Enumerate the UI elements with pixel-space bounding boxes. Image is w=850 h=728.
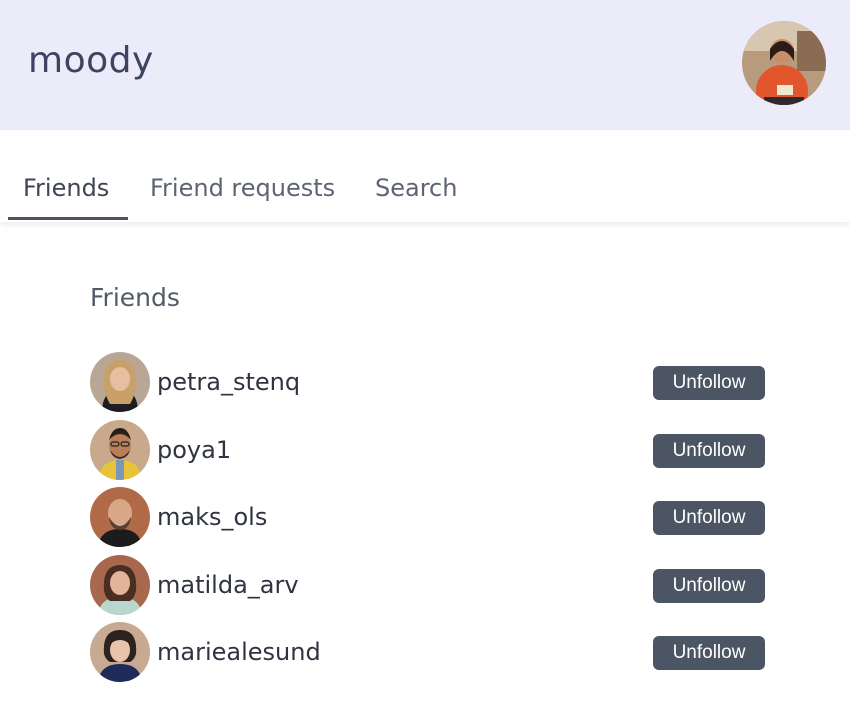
avatar-photo-icon — [90, 487, 150, 547]
tab-search[interactable]: Search — [375, 174, 457, 202]
unfollow-button[interactable]: Unfollow — [653, 636, 765, 670]
app-header: moody — [0, 0, 850, 130]
friend-avatar[interactable] — [90, 352, 150, 412]
friend-row: matilda_arv Unfollow — [90, 555, 765, 615]
avatar-photo-icon — [90, 622, 150, 682]
section-title: Friends — [90, 283, 180, 312]
user-avatar[interactable] — [742, 21, 826, 105]
unfollow-button[interactable]: Unfollow — [653, 366, 765, 400]
avatar-photo-icon — [90, 420, 150, 480]
friend-row: petra_stenq Unfollow — [90, 352, 765, 412]
avatar-photo-icon — [90, 352, 150, 412]
friend-row: mariealesund Unfollow — [90, 622, 765, 682]
unfollow-button[interactable]: Unfollow — [653, 501, 765, 535]
unfollow-button[interactable]: Unfollow — [653, 569, 765, 603]
friend-avatar[interactable] — [90, 622, 150, 682]
avatar-photo-icon — [90, 555, 150, 615]
tab-friend-requests[interactable]: Friend requests — [150, 174, 335, 202]
friend-username[interactable]: poya1 — [157, 436, 231, 464]
friend-username[interactable]: matilda_arv — [157, 571, 299, 599]
app-logo[interactable]: moody — [28, 40, 154, 81]
friend-username[interactable]: petra_stenq — [157, 368, 300, 396]
active-tab-indicator — [8, 217, 128, 220]
friend-avatar[interactable] — [90, 555, 150, 615]
friend-avatar[interactable] — [90, 487, 150, 547]
unfollow-button[interactable]: Unfollow — [653, 434, 765, 468]
friend-avatar[interactable] — [90, 420, 150, 480]
user-avatar-icon — [742, 21, 826, 105]
friend-row: poya1 Unfollow — [90, 420, 765, 480]
friend-username[interactable]: maks_ols — [157, 503, 267, 531]
friend-username[interactable]: mariealesund — [157, 638, 321, 666]
tab-bar: Friends Friend requests Search — [0, 130, 850, 222]
tab-friends[interactable]: Friends — [23, 174, 109, 202]
friend-row: maks_ols Unfollow — [90, 487, 765, 547]
